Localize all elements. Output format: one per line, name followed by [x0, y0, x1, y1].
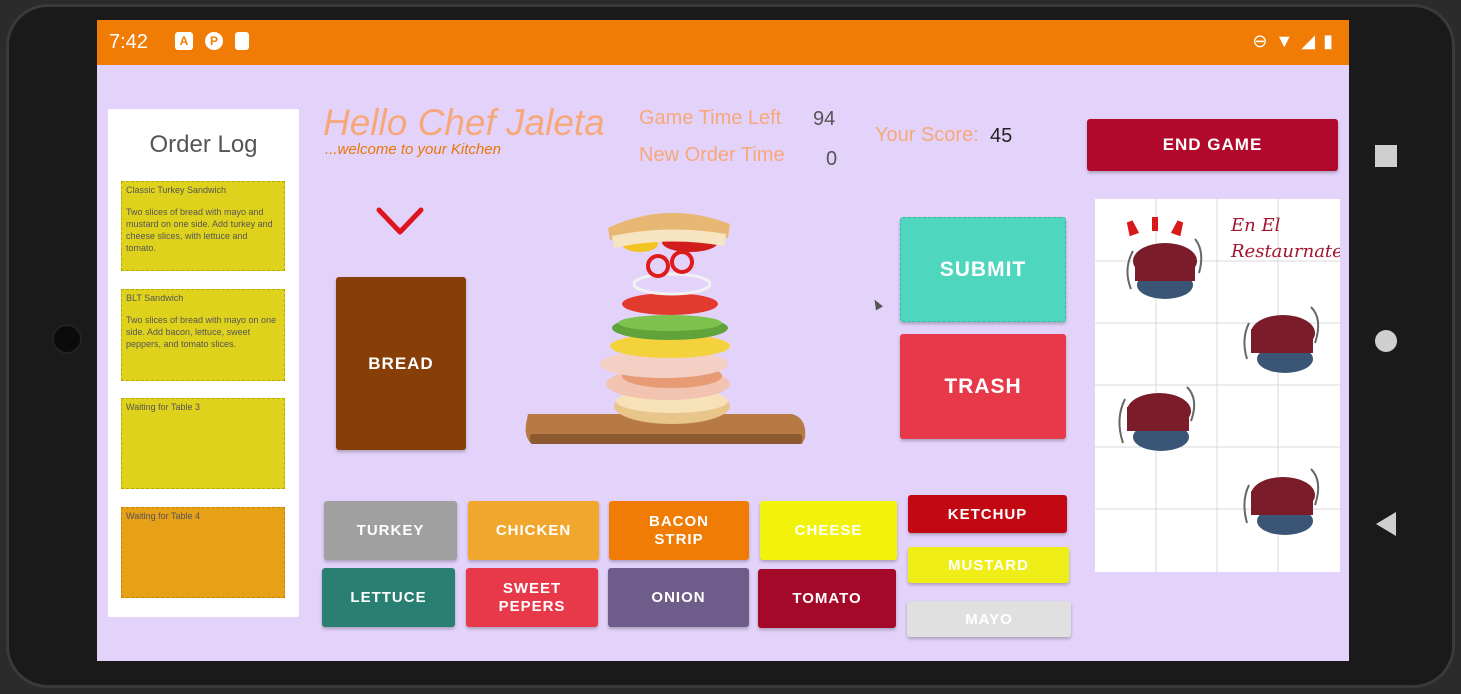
- submit-button[interactable]: SUBMIT: [900, 217, 1066, 322]
- a-icon: A: [175, 32, 193, 50]
- score-label: Your Score:: [875, 124, 979, 146]
- ingredient-onion-button[interactable]: ONION: [608, 568, 749, 627]
- status-bar: 7:42 A P ⊖ ▼ ◢ ▮: [97, 20, 1349, 65]
- ticket-title: Classic Turkey Sandwich: [126, 185, 227, 195]
- ticket-title: Waiting for Table 4: [126, 511, 201, 521]
- end-game-button[interactable]: END GAME: [1087, 119, 1338, 171]
- game-time-label: Game Time Left: [639, 107, 782, 129]
- p-icon: P: [205, 32, 223, 50]
- dnd-icon: ⊖: [1252, 31, 1268, 51]
- recents-icon[interactable]: [1375, 145, 1397, 167]
- order-ticket[interactable]: BLT Sandwich Two slices of bread with ma…: [121, 289, 285, 381]
- new-order-value: 0: [826, 148, 838, 170]
- android-nav-bar: [1362, 130, 1412, 570]
- ticket-body: Two slices of bread with mayo on one sid…: [126, 315, 277, 349]
- sauce-ketchup-button[interactable]: KETCHUP: [908, 495, 1067, 533]
- sauce-mayo-button[interactable]: MAYO: [907, 601, 1071, 637]
- ingredient-sweet-pepers-button[interactable]: SWEET PEPERS: [466, 568, 598, 627]
- battery-icon: ▮: [1323, 31, 1333, 51]
- home-icon[interactable]: [1375, 330, 1397, 352]
- ticket-body: Two slices of bread with mayo and mustar…: [126, 207, 273, 253]
- ingredient-lettuce-button[interactable]: LETTUCE: [322, 568, 455, 627]
- sd-card-icon: [235, 32, 249, 50]
- status-time: 7:42: [109, 31, 148, 53]
- ticket-title: BLT Sandwich: [126, 293, 184, 303]
- ingredient-turkey-button[interactable]: TURKEY: [324, 501, 457, 560]
- signal-icon: ◢: [1301, 31, 1316, 51]
- mouse-cursor: [871, 297, 883, 311]
- sauce-mustard-button[interactable]: MUSTARD: [908, 547, 1069, 583]
- ingredient-bacon-button[interactable]: BACON STRIP: [609, 501, 749, 560]
- wifi-icon: ▼: [1275, 31, 1294, 51]
- restaurant-floor: En El Restaurnate: [1095, 199, 1340, 572]
- game-time-value: 94: [813, 108, 836, 130]
- restaurant-title: En El Restaurnate: [1231, 213, 1340, 265]
- welcome-subtitle: ...welcome to your Kitchen: [325, 141, 501, 158]
- ingredient-chicken-button[interactable]: CHICKEN: [468, 501, 599, 560]
- order-ticket[interactable]: Classic Turkey Sandwich Two slices of br…: [121, 181, 285, 271]
- order-log-panel: Order Log Classic Turkey Sandwich Two sl…: [108, 109, 299, 617]
- order-log-title: Order Log: [149, 131, 258, 158]
- ticket-title: Waiting for Table 3: [126, 402, 201, 412]
- score-value: 45: [990, 125, 1013, 147]
- table-icon: [1243, 468, 1320, 535]
- order-ticket[interactable]: Waiting for Table 4: [121, 507, 285, 598]
- sandwich-image: [525, 212, 806, 444]
- ingredient-cheese-button[interactable]: CHEESE: [760, 501, 897, 560]
- table-icon: [1126, 238, 1203, 299]
- app-screen: 7:42 A P ⊖ ▼ ◢ ▮ Order Log Classic Turke…: [97, 20, 1349, 661]
- greeting: Hello Chef Jaleta: [323, 102, 605, 143]
- order-ticket[interactable]: Waiting for Table 3: [121, 398, 285, 489]
- new-order-label: New Order Time: [639, 144, 785, 166]
- trash-button[interactable]: TRASH: [900, 334, 1066, 439]
- restaurant-title-line2: Restaurnate: [1231, 241, 1340, 262]
- table-icon: [1243, 306, 1320, 373]
- chevron-down-icon: [376, 207, 424, 235]
- back-icon[interactable]: [1376, 512, 1396, 536]
- restaurant-title-line1: En El: [1231, 215, 1281, 236]
- table-icon: [1118, 386, 1196, 451]
- bread-button[interactable]: BREAD: [336, 277, 466, 450]
- ingredient-tomato-button[interactable]: TOMATO: [758, 569, 896, 628]
- front-camera: [52, 324, 82, 354]
